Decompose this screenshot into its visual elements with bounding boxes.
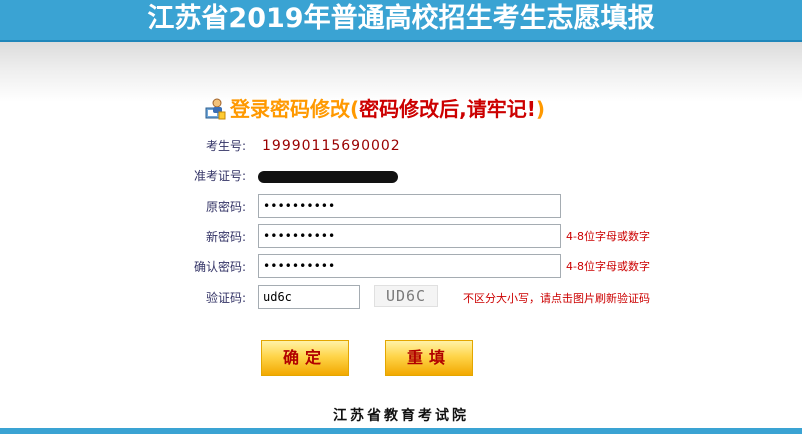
old-password-label: 原密码: <box>205 200 246 214</box>
confirm-password-row: 确认密码: •••••••••• 4-8位字母或数字 <box>0 254 802 280</box>
old-password-field[interactable]: •••••••••• <box>258 194 561 218</box>
confirm-button[interactable]: 确定 <box>261 340 349 376</box>
confirm-password-hint: 4-8位字母或数字 <box>566 260 650 273</box>
heading-paren-open: ( <box>350 97 360 121</box>
heading-warning: 密码修改后,请牢记! <box>359 97 536 121</box>
exam-number-label: 考生号: <box>205 139 246 153</box>
top-banner: 江苏省2019年普通高校招生考生志愿填报 <box>0 0 802 42</box>
user-book-icon <box>203 97 227 121</box>
new-password-row: 新密码: •••••••••• 4-8位字母或数字 <box>0 224 802 250</box>
admission-number-row: 准考证号: <box>0 163 802 189</box>
exam-number-value: 19990115690002 <box>262 138 401 154</box>
captcha-input[interactable]: ud6c <box>258 285 360 309</box>
heading-paren-close: ) <box>535 97 545 121</box>
new-password-field[interactable]: •••••••••• <box>258 224 561 248</box>
reset-button[interactable]: 重填 <box>385 340 473 376</box>
exam-number-row: 考生号: 19990115690002 <box>0 133 802 159</box>
banner-title: 江苏省2019年普通高校招生考生志愿填报 <box>147 3 655 34</box>
new-password-hint: 4-8位字母或数字 <box>566 230 650 243</box>
header-gradient-band <box>0 42 802 102</box>
confirm-password-field[interactable]: •••••••••• <box>258 254 561 278</box>
admission-number-label: 准考证号: <box>193 169 246 183</box>
page: 江苏省2019年普通高校招生考生志愿填报 登录密码修改 ( 密码修改后,请牢记!… <box>0 0 802 434</box>
footer-org: 江苏省教育考试院 <box>333 408 469 424</box>
form-heading: 登录密码修改 ( 密码修改后,请牢记! ) <box>203 94 545 124</box>
captcha-hint: 不区分大小写，请点击图片刷新验证码 <box>463 292 650 305</box>
new-password-label: 新密码: <box>205 230 246 244</box>
heading-title: 登录密码修改 <box>230 97 350 121</box>
admission-number-redacted <box>258 171 398 183</box>
confirm-password-label: 确认密码: <box>193 260 246 274</box>
captcha-label: 验证码: <box>205 291 246 305</box>
captcha-image[interactable]: UD6C <box>374 285 438 307</box>
bottom-divider <box>0 428 802 434</box>
captcha-row: 验证码: ud6c UD6C 不区分大小写，请点击图片刷新验证码 <box>0 285 802 311</box>
old-password-row: 原密码: •••••••••• <box>0 194 802 220</box>
